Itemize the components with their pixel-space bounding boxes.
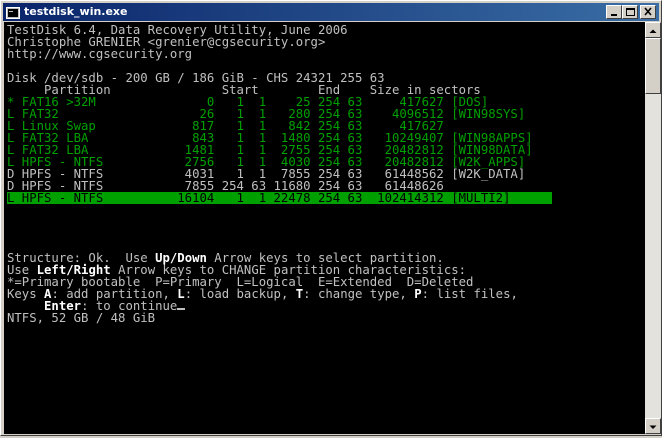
partition-status-line: NTFS, 52 GB / 48 GiB: [7, 311, 156, 325]
close-button[interactable]: [640, 5, 656, 19]
help-key: L: [177, 287, 185, 301]
arrow-down-icon: [649, 425, 657, 429]
scrollbar-thumb[interactable]: [645, 38, 661, 94]
scroll-down-button[interactable]: [645, 418, 661, 434]
minimize-icon: [611, 14, 617, 16]
vertical-scrollbar[interactable]: [645, 22, 661, 434]
help-text: : list files,: [421, 287, 518, 301]
help-key: P: [414, 287, 422, 301]
partition-row-selected[interactable]: L HPFS - NTFS 16104 1 1 22478 254 63 102…: [7, 192, 510, 204]
maximize-icon: [626, 8, 635, 16]
terminal-app-icon[interactable]: [6, 5, 20, 19]
title-bar[interactable]: testdisk_win.exe: [3, 3, 659, 21]
console-output[interactable]: TestDisk 6.4, Data Recovery Utility, Jun…: [4, 22, 645, 434]
maximize-button[interactable]: [622, 5, 638, 19]
console-window: testdisk_win.exe TestDisk 6.4, Data Reco…: [0, 0, 662, 436]
scroll-up-button[interactable]: [645, 22, 661, 38]
close-icon: [644, 7, 652, 16]
window-title: testdisk_win.exe: [24, 5, 128, 18]
help-text: : change type,: [303, 287, 415, 301]
header-line: http://www.cgsecurity.org: [7, 47, 193, 61]
help-text: : load backup,: [184, 287, 296, 301]
text-cursor: [177, 308, 186, 310]
arrow-up-icon: [649, 29, 657, 33]
minimize-button[interactable]: [606, 5, 622, 19]
